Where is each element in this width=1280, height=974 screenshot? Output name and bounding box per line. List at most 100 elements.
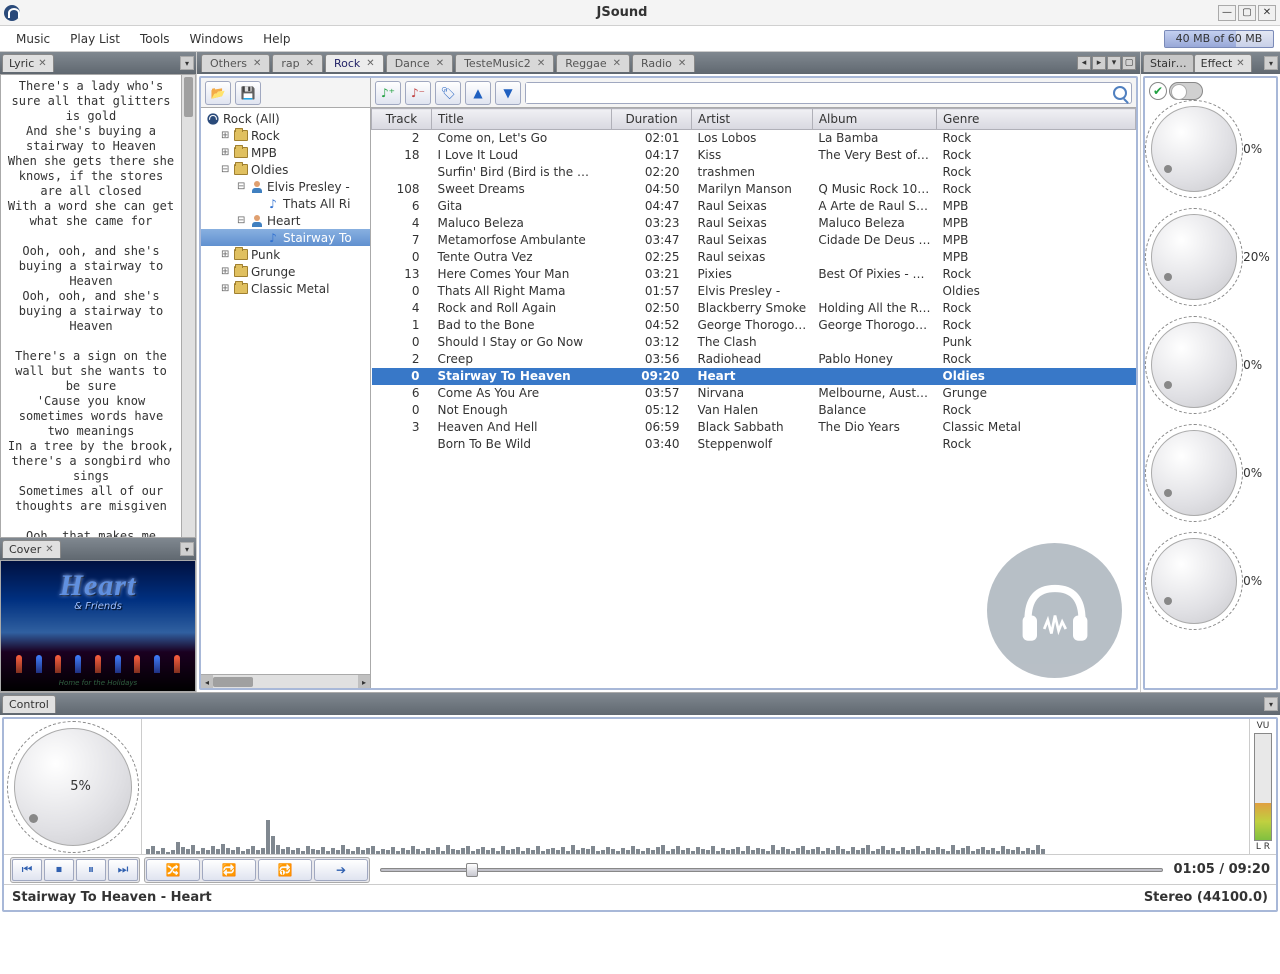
panel-minimize-icon[interactable]: ▾ — [180, 56, 194, 70]
column-header[interactable]: Track — [372, 109, 432, 130]
menu-playlist[interactable]: Play List — [60, 28, 130, 50]
add-track-button[interactable]: ♪⁺ — [375, 81, 401, 105]
tree-item[interactable]: ♪Stairway To — [201, 229, 370, 246]
table-row[interactable]: 0Thats All Right Mama01:57Elvis Presley … — [372, 283, 1136, 300]
table-row[interactable]: 4Rock and Roll Again02:50Blackberry Smok… — [372, 300, 1136, 317]
close-icon[interactable]: ✕ — [45, 544, 53, 555]
effect-knob[interactable]: 0% — [1151, 430, 1270, 516]
control-tab[interactable]: Control — [2, 695, 56, 713]
tree-item[interactable]: ⊟Oldies — [201, 161, 370, 178]
shuffle-button[interactable]: 🔀 — [146, 859, 200, 881]
volume-knob[interactable]: 5% — [14, 728, 132, 846]
close-icon[interactable]: ✕ — [253, 58, 261, 69]
tree-item[interactable]: ⊞Rock — [201, 127, 370, 144]
playlist-tab-testemusic2[interactable]: TesteMusic2✕ — [455, 54, 554, 72]
tab-scroll-right-icon[interactable]: ▸ — [1092, 56, 1106, 70]
tree-item[interactable]: ⊟Elvis Presley - — [201, 178, 370, 195]
table-row[interactable]: 4Maluco Beleza03:23Raul SeixasMaluco Bel… — [372, 215, 1136, 232]
tree-scrollbar[interactable]: ◂▸ — [201, 674, 370, 688]
lyric-scrollbar[interactable] — [181, 75, 195, 537]
table-row[interactable]: 6Gita04:47Raul SeixasA Arte de Raul S…MP… — [372, 198, 1136, 215]
panel-minimize-icon[interactable]: ▾ — [180, 542, 194, 556]
seek-slider[interactable] — [380, 862, 1163, 878]
table-row[interactable]: 6Come As You Are03:57NirvanaMelbourne, A… — [372, 385, 1136, 402]
table-row[interactable]: 18I Love It Loud04:17KissThe Very Best o… — [372, 147, 1136, 164]
panel-minimize-icon[interactable]: ▾ — [1264, 697, 1278, 711]
next-button[interactable]: ⏭ — [108, 859, 138, 881]
tree-item[interactable]: ⊞Grunge — [201, 263, 370, 280]
tree-item[interactable]: ♪Thats All Ri — [201, 195, 370, 212]
search-icon[interactable] — [1113, 86, 1127, 100]
playlist-tab-radio[interactable]: Radio✕ — [632, 54, 695, 72]
table-row[interactable]: 7Metamorfose Ambulante03:47Raul SeixasCi… — [372, 232, 1136, 249]
save-button[interactable]: 💾 — [235, 81, 261, 105]
menu-tools[interactable]: Tools — [130, 28, 180, 50]
table-row[interactable]: 0Tente Outra Vez02:25Raul seixasMPB — [372, 249, 1136, 266]
column-header[interactable]: Genre — [937, 109, 1136, 130]
table-row[interactable]: 3Heaven And Hell06:59Black SabbathThe Di… — [372, 419, 1136, 436]
tree-item[interactable]: ⊞Punk — [201, 246, 370, 263]
close-button[interactable]: ✕ — [1258, 5, 1276, 21]
playlist-tab-others[interactable]: Others✕ — [201, 54, 270, 72]
effect-knob[interactable]: 20% — [1151, 214, 1270, 300]
minimize-button[interactable]: — — [1218, 5, 1236, 21]
pause-button[interactable]: ⏸ — [76, 859, 106, 881]
playlist-tab-reggae[interactable]: Reggae✕ — [556, 54, 630, 72]
effect-knob[interactable]: 0% — [1151, 322, 1270, 408]
panel-minimize-icon[interactable]: ▾ — [1264, 56, 1278, 70]
stair-tab[interactable]: Stair… — [1143, 54, 1194, 72]
menu-music[interactable]: Music — [6, 28, 60, 50]
move-up-button[interactable]: ▲ — [465, 81, 491, 105]
table-row[interactable]: 108Sweet Dreams04:50Marilyn MansonQ Musi… — [372, 181, 1136, 198]
tree-item[interactable]: ⊞MPB — [201, 144, 370, 161]
lyric-tab[interactable]: Lyric✕ — [2, 54, 54, 72]
table-row[interactable]: 2Come on, Let's Go02:01Los LobosLa Bamba… — [372, 130, 1136, 147]
cover-tab[interactable]: Cover✕ — [2, 540, 61, 558]
search-input[interactable] — [526, 83, 1107, 103]
column-header[interactable]: Album — [812, 109, 936, 130]
table-row[interactable]: 2Creep03:56RadioheadPablo HoneyRock — [372, 351, 1136, 368]
close-icon[interactable]: ✕ — [366, 58, 374, 69]
tree-root[interactable]: Rock (All) — [201, 110, 370, 127]
tree-item[interactable]: ⊞Classic Metal — [201, 280, 370, 297]
table-row[interactable]: 13Here Comes Your Man03:21PixiesBest Of … — [372, 266, 1136, 283]
close-icon[interactable]: ✕ — [38, 58, 46, 69]
close-icon[interactable]: ✕ — [1236, 58, 1244, 69]
playlist-tab-dance[interactable]: Dance✕ — [386, 54, 453, 72]
tag-button[interactable]: 🏷 — [435, 81, 461, 105]
playlist-tab-rap[interactable]: rap✕ — [272, 54, 323, 72]
table-row[interactable]: Surfin' Bird (Bird is the …02:20trashmen… — [372, 164, 1136, 181]
close-icon[interactable]: ✕ — [306, 58, 314, 69]
table-row[interactable]: 0Should I Stay or Go Now03:12The ClashPu… — [372, 334, 1136, 351]
close-icon[interactable]: ✕ — [436, 58, 444, 69]
tab-scroll-left-icon[interactable]: ◂ — [1077, 56, 1091, 70]
stop-button[interactable]: ⏹ — [44, 859, 74, 881]
repeat-button[interactable]: 🔁 — [202, 859, 256, 881]
continue-button[interactable]: ➔ — [314, 859, 368, 881]
effect-enable-icon[interactable]: ✔ — [1149, 82, 1167, 100]
column-header[interactable]: Artist — [692, 109, 813, 130]
column-header[interactable]: Duration — [612, 109, 692, 130]
effect-tab[interactable]: Effect✕ — [1194, 54, 1252, 72]
library-tree[interactable]: Rock (All)⊞Rock⊞MPB⊟Oldies⊟Elvis Presley… — [201, 108, 370, 674]
close-icon[interactable]: ✕ — [678, 58, 686, 69]
close-icon[interactable]: ✕ — [613, 58, 621, 69]
tab-list-icon[interactable]: ▾ — [1107, 56, 1121, 70]
tree-item[interactable]: ⊟Heart — [201, 212, 370, 229]
remove-track-button[interactable]: ♪⁻ — [405, 81, 431, 105]
playlist-tab-rock[interactable]: Rock✕ — [325, 54, 384, 72]
tab-maximize-icon[interactable]: ▢ — [1122, 56, 1136, 70]
close-icon[interactable]: ✕ — [537, 58, 545, 69]
menu-windows[interactable]: Windows — [180, 28, 254, 50]
effect-knob[interactable]: 0% — [1151, 106, 1270, 192]
menu-help[interactable]: Help — [253, 28, 300, 50]
move-down-button[interactable]: ▼ — [495, 81, 521, 105]
effect-toggle-switch[interactable] — [1169, 82, 1203, 100]
open-folder-button[interactable]: 📂 — [205, 81, 231, 105]
table-row[interactable]: Born To Be Wild03:40SteppenwolfRock — [372, 436, 1136, 453]
table-row[interactable]: 1Bad to the Bone04:52George Thorogo…Geor… — [372, 317, 1136, 334]
column-header[interactable]: Title — [432, 109, 612, 130]
effect-knob[interactable]: 0% — [1151, 538, 1270, 624]
table-row[interactable]: 0Not Enough05:12Van HalenBalanceRock — [372, 402, 1136, 419]
table-row[interactable]: 0Stairway To Heaven09:20HeartOldies — [372, 368, 1136, 385]
